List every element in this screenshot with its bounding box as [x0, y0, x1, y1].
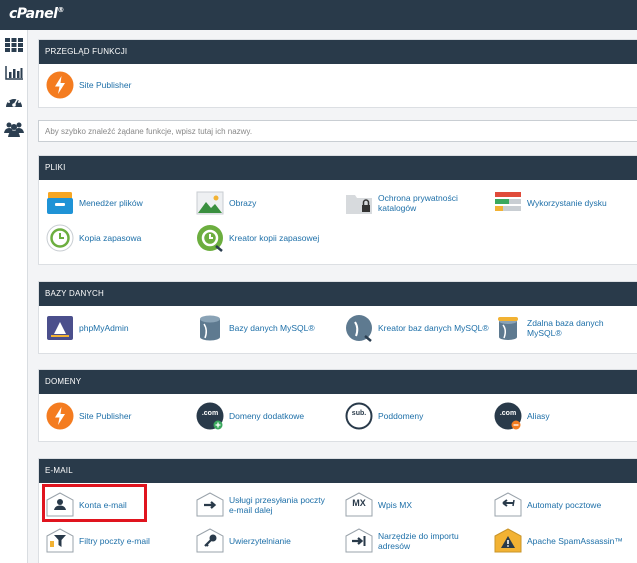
section-databases: BAZY DANYCH phpMyAdmin Bazy danych MySQL…: [38, 281, 637, 354]
aliases-link[interactable]: .com Aliasy: [493, 401, 550, 431]
images-link[interactable]: Obrazy: [195, 188, 256, 218]
icon-text: sub.: [351, 410, 367, 417]
alias-icon: .com: [493, 401, 523, 431]
autoresponder-icon: [493, 490, 523, 520]
disk-usage-link[interactable]: Wykorzystanie dysku: [493, 188, 607, 218]
item-label: Obrazy: [229, 198, 257, 208]
import-icon: [344, 526, 374, 556]
backup-wizard-icon: [195, 223, 225, 253]
backup-wizard-link[interactable]: Kreator kopii zapasowej: [195, 223, 319, 253]
email-accounts-link[interactable]: Konta e-mail: [45, 490, 127, 520]
item-label: Menedżer plików: [79, 198, 143, 208]
users-icon[interactable]: [4, 121, 24, 139]
mysql-wizard-link[interactable]: Kreator baz danych MySQL®: [344, 313, 489, 343]
backup-icon: [45, 223, 75, 253]
icon-text: .com: [201, 410, 219, 417]
section-title: BAZY DANYCH: [39, 282, 637, 306]
section-title: PLIKI: [39, 156, 637, 180]
directory-privacy-link[interactable]: Ochrona prywatności katalogów: [344, 188, 466, 218]
database-wizard-icon: [344, 313, 374, 343]
grid-icon[interactable]: [4, 37, 24, 55]
email-filters-link[interactable]: Filtry poczty e-mail: [45, 526, 150, 556]
spam-warning-icon: [493, 526, 523, 556]
item-label: Apache SpamAssassin™: [527, 536, 623, 546]
item-label: Site Publisher: [79, 411, 132, 421]
addon-domains-link[interactable]: .com Domeny dodatkowe: [195, 401, 304, 431]
remote-database-icon: [493, 313, 523, 343]
section-overview: PRZEGLĄD FUNKCJI Site Publisher: [38, 39, 637, 108]
section-email: E-MAIL Konta e-mail Usługi przesyłania p…: [38, 458, 637, 563]
site-publisher-domains-link[interactable]: Site Publisher: [45, 401, 131, 431]
phpmyadmin-icon: [45, 313, 75, 343]
dashboard-icon[interactable]: [4, 93, 24, 111]
item-label: Kreator baz danych MySQL®: [378, 323, 489, 333]
main-content: PRZEGLĄD FUNKCJI Site Publisher PLIKI Me…: [28, 30, 637, 563]
remote-mysql-link[interactable]: Zdalna baza danych MySQL®: [493, 313, 637, 343]
database-icon: [195, 313, 225, 343]
email-forward-icon: [195, 490, 225, 520]
key-icon: [195, 526, 225, 556]
top-bar: cPanel®: [0, 0, 637, 30]
item-label: Kreator kopii zapasowej: [229, 233, 320, 243]
section-title: DOMENY: [39, 370, 637, 394]
section-title: PRZEGLĄD FUNKCJI: [39, 40, 637, 64]
item-label: Wykorzystanie dysku: [527, 198, 607, 208]
mx-icon: MX: [344, 490, 374, 520]
mx-entry-link[interactable]: MX Wpis MX: [344, 490, 412, 520]
disk-usage-icon: [493, 188, 523, 218]
item-label: Aliasy: [527, 411, 550, 421]
left-sidebar: [0, 30, 28, 563]
subdomain-icon: sub.: [344, 401, 374, 431]
item-label: Konta e-mail: [79, 500, 127, 510]
search-input[interactable]: [38, 120, 637, 142]
folder-lock-icon: [344, 188, 374, 218]
phpmyadmin-link[interactable]: phpMyAdmin: [45, 313, 129, 343]
lightning-icon: [45, 401, 75, 431]
section-files: PLIKI Menedżer plików Obrazy Ochrona pry…: [38, 155, 637, 265]
item-label: Zdalna baza danych MySQL®: [527, 318, 604, 338]
item-label: Automaty pocztowe: [527, 500, 602, 510]
autoresponders-link[interactable]: Automaty pocztowe: [493, 490, 601, 520]
section-domains: DOMENY Site Publisher .com Domeny dodatk…: [38, 369, 637, 442]
item-label: Site Publisher: [79, 80, 132, 90]
authentication-link[interactable]: Uwierzytelnianie: [195, 526, 291, 556]
forwarders-link[interactable]: Usługi przesyłania poczty e-mail dalej: [195, 490, 329, 520]
item-label: phpMyAdmin: [79, 323, 129, 333]
subdomains-link[interactable]: sub. Poddomeny: [344, 401, 423, 431]
backup-link[interactable]: Kopia zapasowa: [45, 223, 141, 253]
item-label: Uwierzytelnianie: [229, 536, 291, 546]
site-publisher-link[interactable]: Site Publisher: [45, 70, 131, 100]
email-account-icon: [45, 490, 75, 520]
mysql-databases-link[interactable]: Bazy danych MySQL®: [195, 313, 315, 343]
item-label: Filtry poczty e-mail: [79, 536, 150, 546]
item-label: Narzędzie do importu adresów: [378, 531, 459, 551]
file-manager-link[interactable]: Menedżer plików: [45, 188, 143, 218]
item-label: Ochrona prywatności katalogów: [378, 193, 458, 213]
stats-icon[interactable]: [4, 65, 24, 83]
addon-domain-icon: .com: [195, 401, 225, 431]
item-label: Poddomeny: [378, 411, 424, 421]
icon-text: MX: [352, 498, 366, 508]
address-importer-link[interactable]: Narzędzie do importu adresów: [344, 526, 468, 556]
item-label: Wpis MX: [378, 500, 412, 510]
lightning-icon: [45, 70, 75, 100]
item-label: Kopia zapasowa: [79, 233, 142, 243]
item-label: Usługi przesyłania poczty e-mail dalej: [229, 495, 325, 515]
file-manager-icon: [45, 188, 75, 218]
cpanel-logo[interactable]: cPanel®: [9, 6, 64, 22]
spamassassin-link[interactable]: Apache SpamAssassin™: [493, 526, 623, 556]
email-filter-icon: [45, 526, 75, 556]
section-title: E-MAIL: [39, 459, 637, 483]
icon-text: .com: [499, 410, 517, 417]
images-icon: [195, 188, 225, 218]
item-label: Bazy danych MySQL®: [229, 323, 315, 333]
item-label: Domeny dodatkowe: [229, 411, 305, 421]
